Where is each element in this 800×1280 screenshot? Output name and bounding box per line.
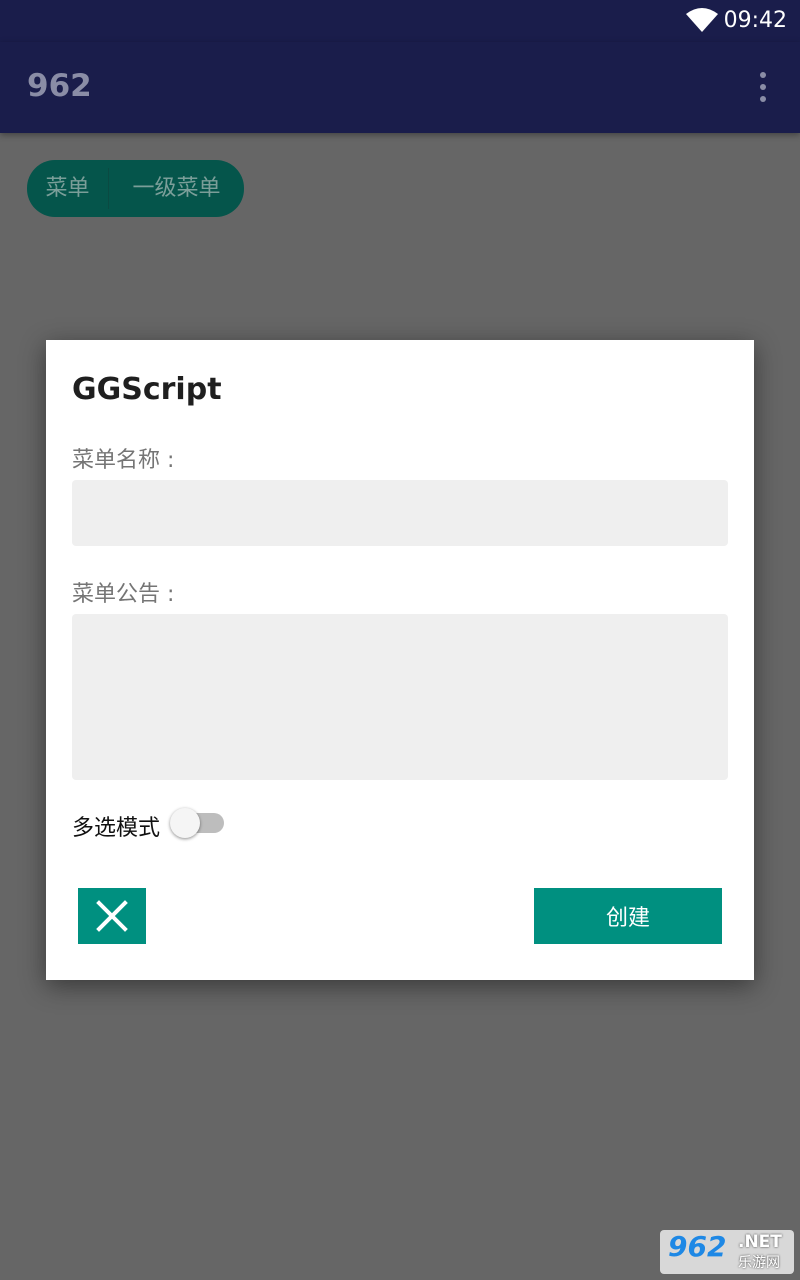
more-options-icon[interactable] <box>748 72 778 102</box>
close-icon <box>96 900 128 932</box>
dialog-title: GGScript <box>72 372 222 407</box>
watermark-suffix: .NET <box>738 1232 782 1252</box>
multi-select-switch[interactable] <box>170 808 225 838</box>
menu-notice-textarea[interactable] <box>72 614 728 780</box>
app-title: 962 <box>27 68 92 104</box>
multi-select-label: 多选模式 <box>72 816 161 841</box>
menu-name-input[interactable] <box>72 480 728 546</box>
watermark-site-name: 乐游网 <box>738 1255 780 1271</box>
menu-name-label: 菜单名称 : <box>72 448 175 473</box>
status-bar: 09:42 <box>0 0 800 42</box>
app-bar: 962 <box>0 42 800 133</box>
tab-level-one-menu[interactable]: 一级菜单 <box>109 160 244 217</box>
menu-notice-label: 菜单公告 : <box>72 582 175 607</box>
tab-menu[interactable]: 菜单 <box>27 160 108 217</box>
switch-thumb <box>170 808 200 838</box>
status-time: 09:42 <box>723 8 787 33</box>
wifi-icon <box>686 8 718 32</box>
watermark-logo: 962 .NET 乐游网 <box>660 1230 794 1274</box>
breadcrumb-tabs: 菜单 一级菜单 <box>27 160 244 217</box>
create-menu-dialog: GGScript 菜单名称 : 菜单公告 : 多选模式 创建 <box>46 340 754 980</box>
watermark-number: 962 <box>668 1230 727 1263</box>
create-button[interactable]: 创建 <box>534 888 722 944</box>
close-button[interactable] <box>78 888 146 944</box>
